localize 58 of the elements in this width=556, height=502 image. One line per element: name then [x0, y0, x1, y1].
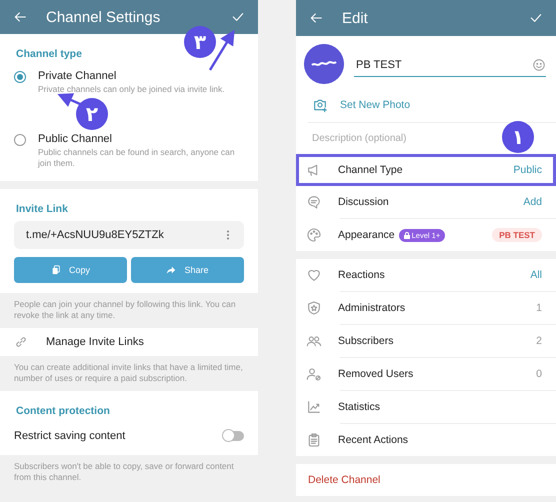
hint-text: People can join your channel by following this link. You can revoke the link at any time. — [13, 298, 237, 322]
row-value: 2 — [536, 335, 542, 347]
row-label: Appearance — [338, 229, 395, 241]
link-icon — [14, 335, 28, 349]
row-label: Administrators — [338, 302, 406, 314]
row-value: 1 — [536, 302, 542, 314]
camera-icon — [312, 97, 328, 113]
option-label[interactable]: Public Channel — [38, 133, 244, 145]
row-value: Public — [513, 164, 542, 176]
option-label[interactable]: Private Channel — [38, 70, 225, 82]
settings-row[interactable]: Subscribers 2 — [296, 325, 556, 357]
chat-icon — [306, 194, 322, 210]
statistics-icon — [306, 399, 322, 415]
row-label: Discussion — [338, 196, 389, 208]
settings-row[interactable]: Discussion Add — [296, 186, 556, 218]
settings-row[interactable]: Removed Users 0 — [296, 358, 556, 390]
row-value: Add — [523, 196, 542, 208]
settings-row[interactable]: Reactions All — [296, 259, 556, 291]
name-field[interactable]: PB TEST — [356, 58, 402, 70]
screen-title: Edit — [342, 10, 369, 26]
settings-row[interactable]: Recent Actions — [296, 424, 556, 456]
share-icon — [166, 265, 176, 275]
menu-item[interactable]: Manage Invite Links — [46, 336, 144, 348]
radio-button[interactable] — [14, 134, 26, 146]
row-label: Reactions — [338, 269, 385, 281]
setting-label: Restrict saving content — [14, 430, 126, 442]
row-label: Subscribers — [338, 335, 394, 347]
arrow — [57, 93, 80, 107]
toggle-switch[interactable] — [224, 431, 244, 441]
row-label: Statistics — [338, 401, 380, 413]
row-value: All — [530, 269, 542, 281]
hint-text: You can create additional invite links that have a limited time, number of uses or require a paid subscription. — [13, 361, 244, 385]
shield-icon — [306, 300, 322, 316]
delete-channel-button[interactable]: Delete Channel — [296, 464, 556, 496]
clipboard-icon — [306, 432, 322, 448]
hint-text: Subscribers won't be able to copy, save or forward content from this channel. — [13, 460, 235, 484]
settings-row[interactable]: Statistics — [296, 391, 556, 423]
row-label: Removed Users — [338, 368, 414, 380]
avatar[interactable] — [304, 44, 344, 84]
arrow — [208, 30, 235, 71]
row-label: Recent Actions — [338, 434, 408, 446]
highlight-box[interactable]: Channel Type Public — [296, 154, 556, 186]
option-description: Public channels can be found in search, anyone can join them. — [38, 147, 236, 169]
emoji-icon — [532, 58, 546, 72]
row-value: 0 — [536, 368, 542, 380]
removed-user-icon — [306, 366, 322, 382]
heart-icon — [306, 267, 322, 283]
copy-icon — [50, 265, 61, 275]
name-tag: PB TEST — [492, 228, 542, 242]
section-heading: Invite Link — [16, 203, 68, 215]
radio-button[interactable] — [14, 71, 26, 83]
section-heading: Content protection — [16, 405, 110, 417]
section-heading: Channel type — [16, 48, 82, 60]
palette-icon — [306, 227, 322, 243]
settings-row[interactable]: Administrators 1 — [296, 292, 556, 324]
row-label: Channel Type — [338, 164, 403, 176]
option-description: Private channels can only be joined via invite link. — [38, 84, 225, 95]
screen-title: Channel Settings — [46, 8, 162, 26]
